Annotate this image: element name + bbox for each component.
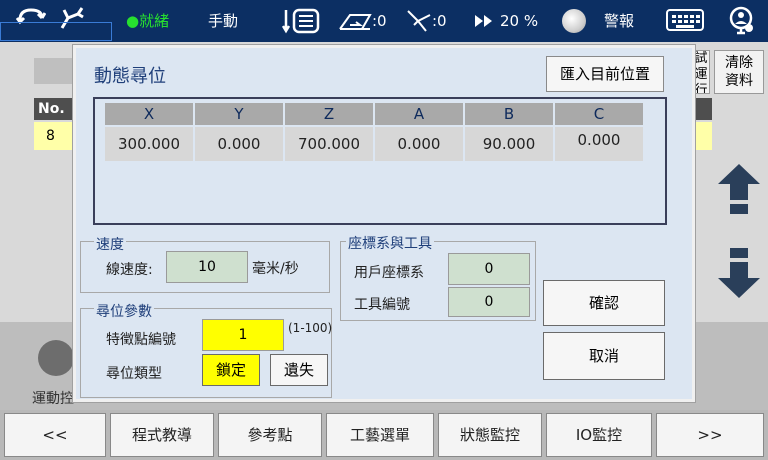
status-lamp-icon [562,9,586,33]
nav-next-button[interactable]: >> [656,413,764,457]
feature-point-label: 特徵點編號 [106,332,176,348]
table-header-right [692,98,712,120]
status-ready: ●就緒 [126,12,170,30]
selection-highlight [0,22,112,41]
position-value: 0.000 [555,127,643,161]
line-speed-label: 線速度: [106,262,153,278]
lock-button[interactable]: 鎖定 [202,354,260,386]
arrow-up-icon[interactable] [716,162,762,218]
tool-number-input[interactable]: 0 [448,287,530,317]
motion-control-label: 運動控 [32,391,74,407]
confirm-button[interactable]: 確認 [543,280,665,326]
position-col-a: A 0.000 [375,103,463,161]
position-value: 300.000 [105,127,193,161]
position-col-x: X 300.000 [105,103,193,161]
position-header: B [465,103,553,125]
position-col-y: Y 0.000 [195,103,283,161]
line-speed-input[interactable]: 10 [166,251,248,283]
import-current-position-button[interactable]: 匯入目前位置 [546,56,664,92]
user-coord-label: 用戶座標系 [354,265,424,281]
position-col-z: Z 700.000 [285,103,373,161]
nav-reference-point[interactable]: 參考點 [218,413,322,457]
feature-point-input[interactable]: 1 [202,319,284,351]
cancel-button[interactable]: 取消 [543,332,665,380]
speed-unit-label: 毫米/秒 [252,261,299,277]
table-row-number[interactable]: 8 [34,122,78,150]
speed-percent[interactable]: 20 % [500,9,538,33]
position-value: 90.000 [465,127,553,161]
tool-coord-value: :0 [432,12,447,30]
search-params-group-label: 尋位參數 [94,301,154,321]
position-value: 700.000 [285,127,373,161]
dynamic-positioning-dialog: 動態尋位 匯入目前位置 X 300.000 Y 0.000 Z 700.000 … [72,44,696,403]
program-list-icon[interactable] [282,8,322,34]
user-coord-value: :0 [372,12,387,30]
nav-status-monitor[interactable]: 狀態監控 [438,413,542,457]
arrow-down-icon[interactable] [716,246,762,302]
nav-program-teach[interactable]: 程式教導 [110,413,214,457]
table-row-right [692,122,712,150]
position-col-c: C 0.000 [555,103,643,161]
user-settings-icon[interactable] [728,6,756,36]
search-type-label: 尋位類型 [106,366,162,382]
dialog-title: 動態尋位 [94,66,166,87]
user-coord-input[interactable]: 0 [448,253,530,285]
tool-coord-icon [407,10,431,32]
clear-data-button[interactable]: 清除 資料 [714,50,764,94]
table-header-no: No. [34,98,78,120]
lost-button[interactable]: 遺失 [270,354,328,386]
position-panel: X 300.000 Y 0.000 Z 700.000 A 0.000 B 90… [93,97,667,225]
nav-io-monitor[interactable]: IO監控 [546,413,652,457]
position-header: A [375,103,463,125]
nav-prev-button[interactable]: << [4,413,106,457]
bottom-nav: << 程式教導 參考點 工藝選單 狀態監控 IO監控 >> [0,410,768,460]
speed-group-label: 速度 [94,234,126,254]
coordinate-tool-group-label: 座標系與工具 [346,233,434,253]
alarm-label[interactable]: 警報 [604,9,634,33]
position-col-b: B 90.000 [465,103,553,161]
mode-label[interactable]: 手動 [208,9,238,33]
position-value: 0.000 [375,127,463,161]
position-value: 0.000 [195,127,283,161]
position-header: X [105,103,193,125]
tool-number-label: 工具編號 [354,297,410,313]
clear-data-line1: 清除 [725,55,753,71]
motion-control-icon[interactable] [38,340,74,376]
fast-forward-icon [475,15,492,27]
nav-process-menu[interactable]: 工藝選單 [326,413,434,457]
feature-range-label: (1-100) [288,321,333,335]
keyboard-icon[interactable] [666,9,704,31]
background-tab [34,58,78,84]
top-status-bar: ●就緒 手動 :0 :0 20 % 警報 [0,0,768,42]
position-header: C [555,103,643,125]
user-coord-icon [339,14,372,30]
position-header: Z [285,103,373,125]
position-header: Y [195,103,283,125]
clear-data-line2: 資料 [725,73,753,89]
